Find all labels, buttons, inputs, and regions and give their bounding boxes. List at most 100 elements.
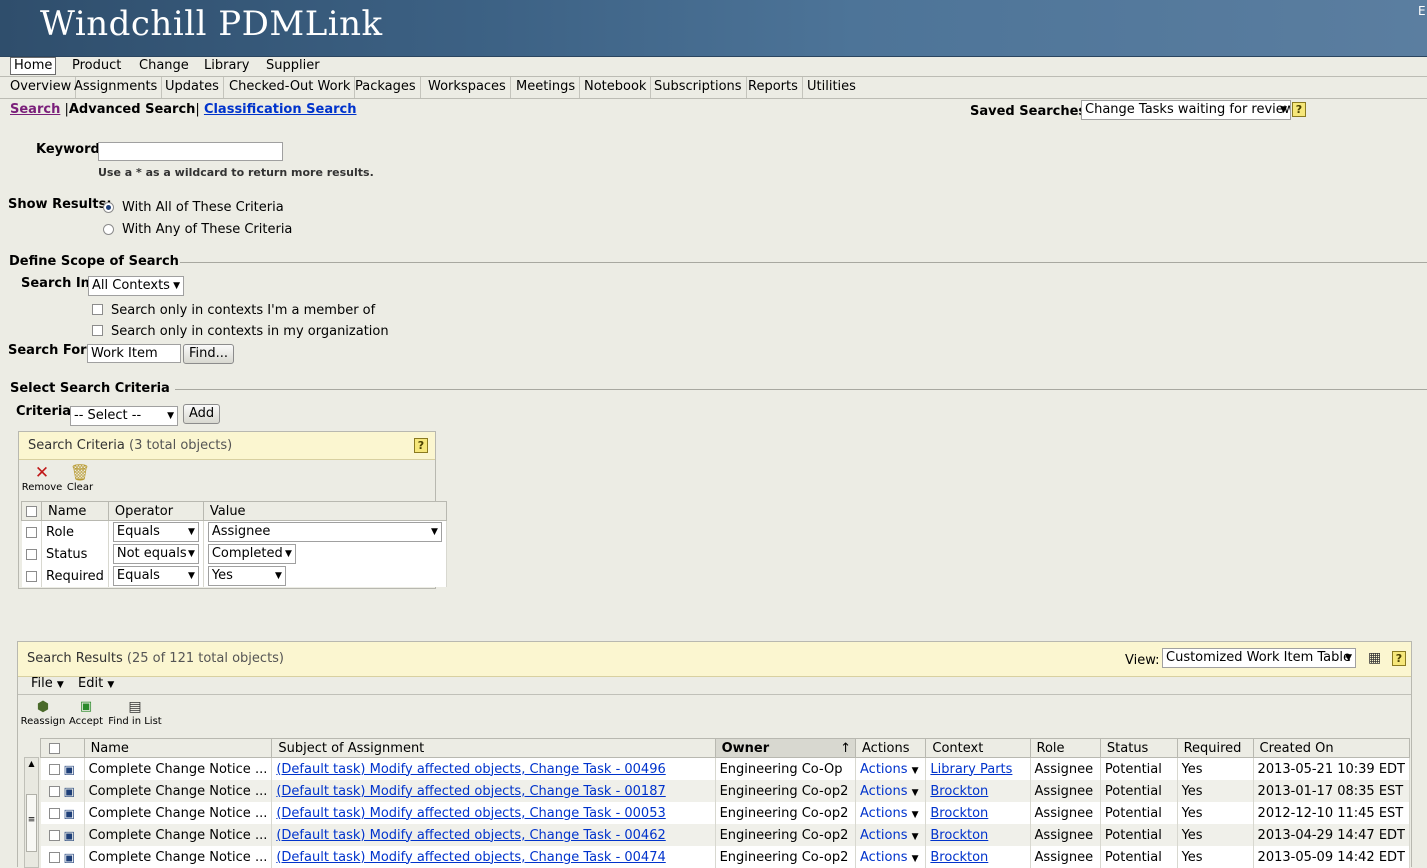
table-row[interactable]: ▣ Complete Change Notice ... (Default ta…: [40, 780, 1411, 802]
actions-menu[interactable]: Actions ▼: [860, 806, 919, 821]
search-for-input[interactable]: Work Item: [87, 344, 181, 363]
help-icon[interactable]: ?: [1292, 102, 1306, 117]
row-checkbox[interactable]: [48, 785, 60, 797]
column-header[interactable]: Value: [202, 501, 447, 521]
subject-link[interactable]: (Default task) Modify affected objects, …: [276, 850, 665, 865]
subtab-reports[interactable]: Reports: [744, 77, 803, 98]
select-all-checkbox[interactable]: [49, 742, 60, 754]
operator-select[interactable]: Equals ▼: [112, 566, 199, 586]
column-header[interactable]: Name: [83, 738, 273, 758]
context-link[interactable]: Library Parts: [930, 762, 1012, 777]
view-label: View:: [1125, 653, 1160, 668]
org-contexts-checkbox[interactable]: [92, 325, 103, 336]
edit-menu[interactable]: Edit ▼: [78, 676, 114, 691]
member-contexts-checkbox[interactable]: [92, 304, 103, 315]
operator-select[interactable]: Not equals ▼: [112, 544, 199, 564]
value-select[interactable]: Yes ▼: [207, 566, 286, 586]
trash-icon: 🗑: [69, 463, 91, 482]
subtab-packages[interactable]: Packages: [351, 77, 421, 98]
row-checkbox[interactable]: [48, 851, 60, 863]
row-checkbox[interactable]: [48, 763, 60, 775]
table-settings-icon[interactable]: ▦: [1368, 650, 1381, 666]
table-row[interactable]: ▣ Complete Change Notice ... (Default ta…: [40, 757, 1411, 780]
search-in-select[interactable]: All Contexts ▼: [88, 276, 184, 296]
column-header[interactable]: Created On: [1252, 738, 1411, 758]
context-link[interactable]: Brockton: [930, 784, 988, 799]
context-link[interactable]: Brockton: [930, 828, 988, 843]
clear-button[interactable]: 🗑 Clear: [63, 463, 97, 494]
subject-link[interactable]: (Default task) Modify affected objects, …: [276, 784, 665, 799]
table-row[interactable]: ▣ Complete Change Notice ... (Default ta…: [40, 824, 1411, 846]
vertical-scrollbar[interactable]: ▲ ≡: [24, 757, 39, 868]
column-header[interactable]: Operator: [107, 501, 204, 521]
view-select[interactable]: Customized Work Item Table ▼: [1162, 648, 1356, 668]
table-row[interactable]: ▣ Complete Change Notice ... (Default ta…: [40, 802, 1411, 824]
subtab-utilities[interactable]: Utilities: [803, 77, 860, 98]
value-select[interactable]: Assignee ▼: [207, 522, 442, 542]
tab-library[interactable]: Library: [201, 58, 252, 74]
remove-button[interactable]: ✕ Remove: [21, 464, 63, 493]
subject-link[interactable]: (Default task) Modify affected objects, …: [276, 762, 665, 777]
context-link[interactable]: Brockton: [930, 850, 988, 865]
column-header[interactable]: Context: [925, 738, 1031, 758]
subtab-overview[interactable]: Overview: [6, 77, 77, 98]
tab-supplier[interactable]: Supplier: [263, 58, 323, 74]
subtab-updates[interactable]: Updates: [161, 77, 224, 98]
classification-search-link[interactable]: Classification Search: [204, 102, 357, 117]
find-in-list-button[interactable]: ▤ Find in List: [108, 698, 162, 727]
criteria-select[interactable]: -- Select -- ▼: [70, 406, 178, 426]
role-cell: Assignee: [1030, 757, 1101, 780]
keyword-input[interactable]: [98, 142, 283, 161]
help-icon[interactable]: ?: [414, 438, 428, 453]
row-checkbox[interactable]: [48, 807, 60, 819]
select-all-checkbox[interactable]: [26, 505, 37, 517]
actions-menu[interactable]: Actions ▼: [860, 762, 919, 777]
reassign-icon: ⬢: [36, 699, 50, 715]
value-select[interactable]: Completed ▼: [207, 544, 296, 564]
actions-menu[interactable]: Actions ▼: [860, 828, 919, 843]
subject-link[interactable]: (Default task) Modify affected objects, …: [276, 828, 665, 843]
banner-corner-text: E: [1418, 4, 1426, 18]
column-header[interactable]: Actions: [855, 738, 927, 758]
column-header[interactable]: Role: [1029, 738, 1101, 758]
subtab-notebook[interactable]: Notebook: [580, 77, 652, 98]
column-header[interactable]: Status: [1099, 738, 1178, 758]
owner-cell: Engineering Co-op2: [715, 846, 857, 868]
help-icon[interactable]: ?: [1392, 651, 1406, 666]
subtab-workspaces[interactable]: Workspaces: [424, 77, 511, 98]
tab-change[interactable]: Change: [136, 58, 192, 74]
context-link[interactable]: Brockton: [930, 806, 988, 821]
row-checkbox[interactable]: [25, 548, 37, 560]
saved-searches-select[interactable]: Change Tasks waiting for review ▼: [1081, 100, 1291, 120]
add-button[interactable]: Add: [183, 404, 221, 424]
column-header[interactable]: Subject of Assignment: [271, 738, 716, 758]
radio-any-criteria[interactable]: [103, 224, 114, 235]
row-checkbox[interactable]: [25, 570, 37, 582]
column-header[interactable]: Required: [1176, 738, 1254, 758]
row-checkbox[interactable]: [48, 829, 60, 841]
tab-product[interactable]: Product: [69, 58, 124, 74]
file-menu[interactable]: File ▼: [31, 676, 64, 691]
row-checkbox[interactable]: [25, 526, 37, 538]
column-header[interactable]: Name: [41, 501, 109, 521]
scroll-thumb[interactable]: ≡: [26, 794, 37, 852]
subject-link[interactable]: (Default task) Modify affected objects, …: [276, 806, 665, 821]
scroll-up-icon[interactable]: ▲: [25, 758, 38, 770]
reassign-label: Reassign: [20, 716, 66, 727]
radio-all-criteria[interactable]: [103, 202, 114, 213]
search-link[interactable]: Search: [10, 102, 60, 117]
subtab-meetings[interactable]: Meetings: [512, 77, 581, 98]
operator-select[interactable]: Equals ▼: [112, 522, 199, 542]
find-button[interactable]: Find...: [183, 344, 235, 364]
table-row[interactable]: ▣ Complete Change Notice ... (Default ta…: [40, 846, 1411, 868]
column-header-sorted[interactable]: Owner ↑: [714, 738, 857, 758]
tab-home[interactable]: Home: [10, 57, 57, 75]
chevron-down-icon: ▼: [187, 527, 195, 537]
actions-menu[interactable]: Actions ▼: [860, 784, 919, 799]
subtab-subscriptions[interactable]: Subscriptions: [650, 77, 747, 98]
accept-button[interactable]: ▣ Accept: [66, 698, 106, 727]
subtab-assignments[interactable]: Assignments: [70, 77, 163, 98]
subtab-checked-out-work[interactable]: Checked-Out Work: [225, 77, 356, 98]
actions-menu[interactable]: Actions ▼: [860, 850, 919, 865]
reassign-button[interactable]: ⬢ Reassign: [20, 698, 66, 727]
